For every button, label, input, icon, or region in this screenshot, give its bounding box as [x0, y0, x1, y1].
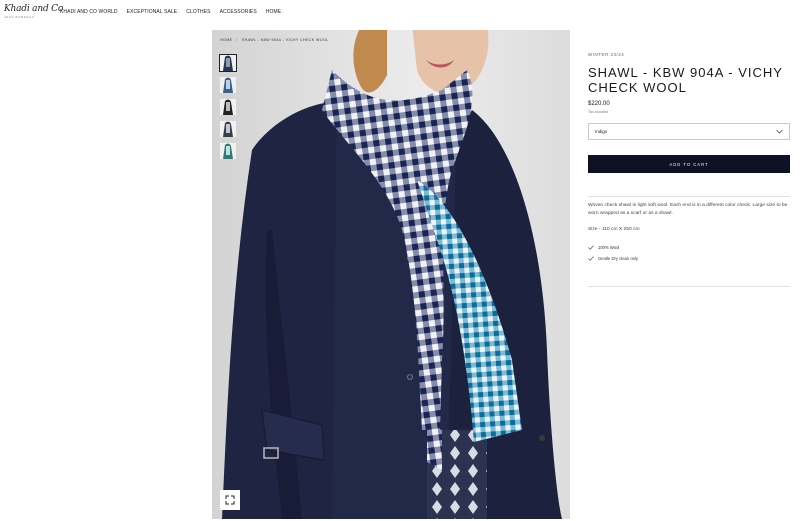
thumbnail-1[interactable]: [219, 54, 237, 72]
product-photo: [212, 30, 570, 519]
breadcrumb-home[interactable]: HOME: [220, 38, 232, 42]
logo[interactable]: Khadi and Co JEAN BORDEAU: [4, 4, 64, 22]
feature-item: 100% Wool: [588, 245, 790, 250]
chevron-down-icon: [776, 129, 783, 134]
thumbnail-5[interactable]: [219, 142, 237, 160]
product-page: Khadi and Co JEAN BORDEAU KHADI AND CO W…: [0, 0, 800, 521]
main-nav: KHADI AND CO WORLD EXCEPTIONAL SALE CLOT…: [60, 9, 281, 15]
nav-item-clothes[interactable]: CLOTHES: [186, 9, 210, 15]
expand-icon: [225, 495, 235, 505]
season-label: WINTER 23/24: [588, 52, 625, 57]
check-icon: [588, 245, 594, 250]
divider: [588, 286, 790, 287]
breadcrumb: HOME / SHAWL - KBW 904A - VICHY CHECK WO…: [220, 38, 329, 42]
product-title: SHAWL - KBW 904A - VICHY CHECK WOOL: [588, 65, 783, 95]
feature-item: Gentle Dry clean only: [588, 256, 790, 261]
product-size: Size - 110 cm X 250 cm: [588, 227, 640, 232]
tax-note: Tax included: [588, 110, 608, 114]
thumbnail-3[interactable]: [219, 98, 237, 116]
breadcrumb-separator: /: [236, 38, 238, 42]
thumbnail-image-icon: [223, 121, 233, 137]
thumbnail-4[interactable]: [219, 120, 237, 138]
thumbnail-image-icon: [223, 99, 233, 115]
add-to-cart-button[interactable]: ADD TO CART: [588, 155, 790, 173]
logo-subtitle: JEAN BORDEAU: [4, 15, 35, 19]
nav-item-khadi-world[interactable]: KHADI AND CO WORLD: [60, 9, 118, 15]
nav-item-accessories[interactable]: ACCESSORIES: [220, 9, 257, 15]
check-icon: [588, 256, 594, 261]
nav-item-exceptional-sale[interactable]: EXCEPTIONAL SALE: [127, 9, 178, 15]
product-price: $220.00: [588, 101, 610, 107]
color-select-value: Indigo: [595, 129, 608, 134]
feature-label: 100% Wool: [598, 245, 620, 250]
logo-text: Khadi and Co: [4, 4, 64, 14]
thumbnail-image-icon: [223, 143, 233, 159]
thumbnail-image-icon: [223, 55, 233, 71]
breadcrumb-current: SHAWL - KBW 904A - VICHY CHECK WOOL: [241, 38, 329, 42]
thumbnail-image-icon: [223, 77, 233, 93]
thumbnail-2[interactable]: [219, 76, 237, 94]
product-image-gallery: HOME / SHAWL - KBW 904A - VICHY CHECK WO…: [212, 30, 570, 519]
zoom-button[interactable]: [220, 490, 240, 510]
color-select[interactable]: Indigo: [588, 123, 790, 140]
nav-item-home[interactable]: HOME: [266, 9, 281, 15]
product-info: WINTER 23/24 SHAWL - KBW 904A - VICHY CH…: [588, 30, 790, 287]
feature-label: Gentle Dry clean only: [598, 256, 639, 261]
thumbnail-list: [219, 54, 237, 160]
feature-list: 100% Wool Gentle Dry clean only: [588, 245, 790, 261]
divider: [588, 196, 790, 197]
product-description: Woven check shawl in light soft wool. Ea…: [588, 203, 788, 216]
site-header: Khadi and Co JEAN BORDEAU KHADI AND CO W…: [0, 0, 800, 26]
